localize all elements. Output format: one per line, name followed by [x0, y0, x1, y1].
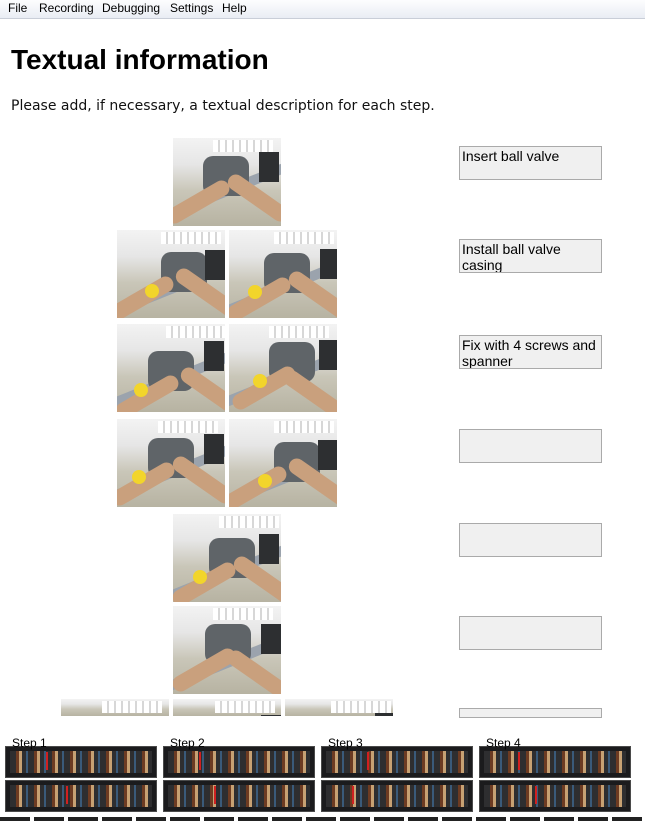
menu-bar: File Recording Debugging Settings Help	[0, 0, 645, 19]
step-photo	[173, 606, 281, 694]
step-card-3[interactable]: Step 3	[321, 736, 473, 812]
step-description-6[interactable]	[459, 616, 602, 650]
step-card-1[interactable]: Step 1	[5, 736, 157, 812]
page-title: Textual information	[11, 44, 269, 75]
step-label: Step 3	[328, 736, 363, 750]
steps-overview: Step 1 Step 2 Step 3 Step 4	[0, 736, 645, 821]
menu-recording[interactable]: Recording	[39, 1, 94, 15]
step-photo	[285, 699, 393, 716]
step-description-3[interactable]: Fix with 4 screws and spanner	[459, 335, 602, 369]
step-description-5[interactable]	[459, 523, 602, 557]
step-description-7[interactable]	[459, 708, 602, 718]
step-timeline	[163, 780, 315, 812]
menu-file[interactable]: File	[8, 1, 27, 15]
step-photo	[61, 699, 169, 716]
step-photo	[229, 324, 337, 412]
step-photo	[229, 419, 337, 507]
bottom-divider	[0, 817, 645, 821]
step-label: Step 2	[170, 736, 205, 750]
step-description-2[interactable]: Install ball valve casing	[459, 239, 602, 273]
step-photo	[117, 419, 225, 507]
step-card-2[interactable]: Step 2	[163, 736, 315, 812]
page-subtitle: Please add, if necessary, a textual desc…	[11, 98, 435, 114]
step-description-4[interactable]	[459, 429, 602, 463]
step-photo	[173, 514, 281, 602]
step-timeline	[163, 746, 315, 778]
step-timeline	[479, 780, 631, 812]
menu-settings[interactable]: Settings	[170, 1, 213, 15]
menu-help[interactable]: Help	[222, 1, 247, 15]
step-photo	[173, 699, 281, 716]
step-photo	[229, 230, 337, 318]
step-label: Step 4	[486, 736, 521, 750]
menu-debugging[interactable]: Debugging	[102, 1, 160, 15]
step-description-1[interactable]: Insert ball valve	[459, 146, 602, 180]
step-timeline	[5, 780, 157, 812]
step-timeline	[321, 746, 473, 778]
step-photo	[117, 230, 225, 318]
step-card-4[interactable]: Step 4	[479, 736, 631, 812]
step-photo	[173, 138, 281, 226]
step-timeline	[479, 746, 631, 778]
step-label: Step 1	[12, 736, 47, 750]
step-timeline	[5, 746, 157, 778]
step-photo	[117, 324, 225, 412]
step-timeline	[321, 780, 473, 812]
